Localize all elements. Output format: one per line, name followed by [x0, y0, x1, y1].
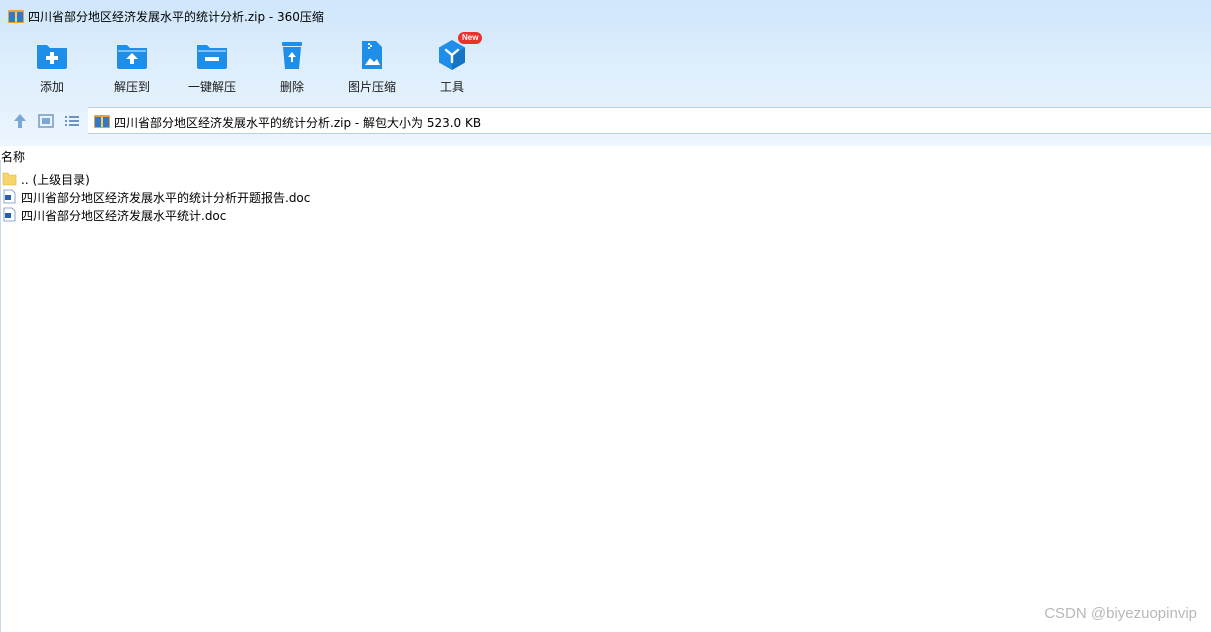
list-item[interactable]: 四川省部分地区经济发展水平统计.doc: [2, 206, 602, 224]
delete-label: 删除: [279, 80, 304, 94]
image-compress-icon: [362, 41, 382, 69]
folder-add-icon: [37, 45, 67, 69]
address-path: 四川省部分地区经济发展水平的统计分析.zip - 解包大小为 523.0 KB: [114, 116, 482, 130]
list-item[interactable]: 四川省部分地区经济发展水平的统计分析开题报告.doc: [2, 188, 602, 206]
add-button[interactable]: 添加: [16, 36, 88, 98]
list-item-label: 四川省部分地区经济发展水平的统计分析开题报告.doc: [21, 191, 311, 205]
new-badge: New: [458, 32, 483, 44]
one-click-extract-icon: [197, 45, 227, 69]
title-bar: 四川省部分地区经济发展水平的统计分析.zip - 360压缩: [0, 0, 1211, 30]
up-arrow-icon[interactable]: [11, 112, 29, 130]
extract-to-label: 解压到: [113, 80, 150, 94]
image-compress-label: 图片压缩: [347, 80, 396, 94]
navigation-bar: 四川省部分地区经济发展水平的统计分析.zip - 解包大小为 523.0 KB: [0, 107, 1211, 135]
list-item[interactable]: .. (上级目录): [2, 170, 602, 188]
archive-app-icon: [8, 10, 24, 23]
list-view-icon[interactable]: [63, 112, 81, 130]
left-border: [0, 160, 1, 632]
column-header-name[interactable]: 名称: [1, 148, 25, 165]
watermark: CSDN @biyezuopinvip: [1044, 605, 1197, 622]
one-click-extract-button[interactable]: 一键解压: [176, 36, 248, 98]
list-item-label: .. (上级目录): [21, 173, 90, 187]
toolbar: 添加 解压到 一键解压 删除 图片压缩 New 工具: [0, 32, 1211, 100]
file-list: 名称 .. (上级目录) 四川省部分地区经济发展水平的统计分析开题报告.doc …: [0, 146, 1211, 632]
word-doc-icon: [3, 189, 16, 204]
image-compress-button[interactable]: 图片压缩: [336, 36, 408, 98]
word-doc-icon: [3, 207, 16, 222]
archive-file-icon: [94, 115, 110, 128]
tools-label: 工具: [439, 80, 464, 94]
tools-button[interactable]: New 工具: [416, 32, 488, 98]
list-item-label: 四川省部分地区经济发展水平统计.doc: [21, 209, 227, 223]
recycle-bin-icon: [282, 42, 302, 69]
window-chrome: 四川省部分地区经济发展水平的统计分析.zip - 360压缩 添加 解压到 一键…: [0, 0, 1211, 146]
thumbnail-view-icon[interactable]: [37, 112, 55, 130]
one-click-extract-label: 一键解压: [187, 80, 236, 94]
window-title: 四川省部分地区经济发展水平的统计分析.zip - 360压缩: [28, 10, 324, 24]
folder-icon: [2, 172, 17, 186]
folder-extract-icon: [117, 45, 147, 69]
add-label: 添加: [39, 80, 64, 94]
delete-button[interactable]: 删除: [256, 36, 328, 98]
extract-to-button[interactable]: 解压到: [96, 36, 168, 98]
address-bar[interactable]: 四川省部分地区经济发展水平的统计分析.zip - 解包大小为 523.0 KB: [88, 107, 1211, 134]
